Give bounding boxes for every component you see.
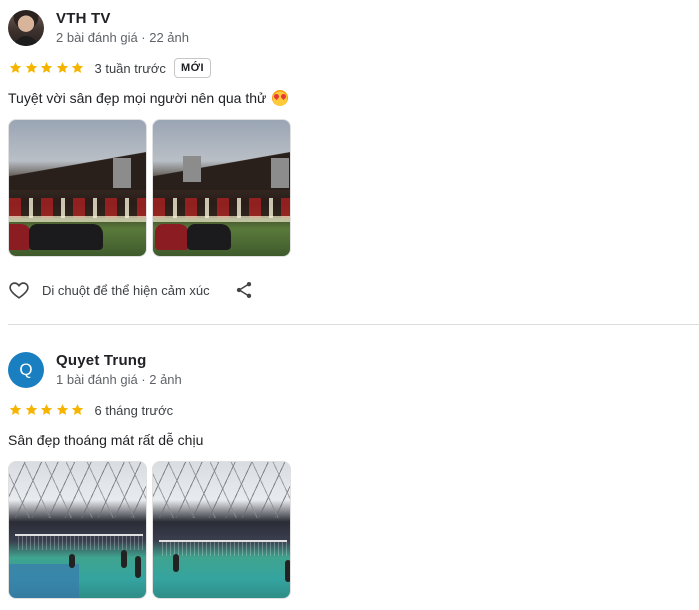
review-text-row: Sân đẹp thoáng mát rất dễ chịu [8,432,203,448]
review-text: Sân đẹp thoáng mát rất dễ chịu [8,432,204,448]
reviewer-name[interactable]: VTH TV [56,10,111,27]
reviewer-avatar[interactable]: Q [8,352,44,388]
heart-outline-icon[interactable] [8,279,30,301]
star-icon [70,61,85,75]
divider [8,324,699,325]
star-rating [8,403,86,417]
review-photo[interactable] [152,119,291,257]
star-icon [70,403,85,417]
rating-row: 6 tháng trước [8,399,173,421]
reviewer-meta: 2 bài đánh giá · 22 ảnh [56,30,189,45]
review-time: 6 tháng trước [94,402,174,418]
star-icon [39,403,54,417]
heart-eyes-emoji-icon [272,90,289,106]
review-photo[interactable] [8,119,147,257]
star-rating [8,61,86,75]
star-icon [24,61,39,75]
rating-row: 3 tuần trước MỚI [8,57,212,79]
new-badge: MỚI [173,58,212,78]
review-time: 3 tuần trước [94,60,166,76]
star-icon [55,61,70,75]
star-icon [8,403,23,417]
star-icon [39,61,54,75]
review-photo[interactable] [8,461,147,599]
star-icon [55,403,70,417]
star-icon [24,403,39,417]
reviewer-avatar[interactable] [8,10,44,46]
review-photos [8,119,291,257]
review-photos [8,461,291,599]
review-actions: Di chuột để thể hiện cảm xúc [8,278,254,302]
star-icon [8,61,23,75]
review-text-row: Tuyệt vời sân đẹp mọi người nên qua thử [8,90,289,106]
react-hint[interactable]: Di chuột để thể hiện cảm xúc [42,283,210,298]
review-photo[interactable] [152,461,291,599]
share-icon[interactable] [234,280,254,300]
reviewer-meta: 1 bài đánh giá · 2 ảnh [56,372,182,387]
review-text: Tuyệt vời sân đẹp mọi người nên qua thử [8,90,267,106]
reviewer-name[interactable]: Quyet Trung [56,352,147,369]
